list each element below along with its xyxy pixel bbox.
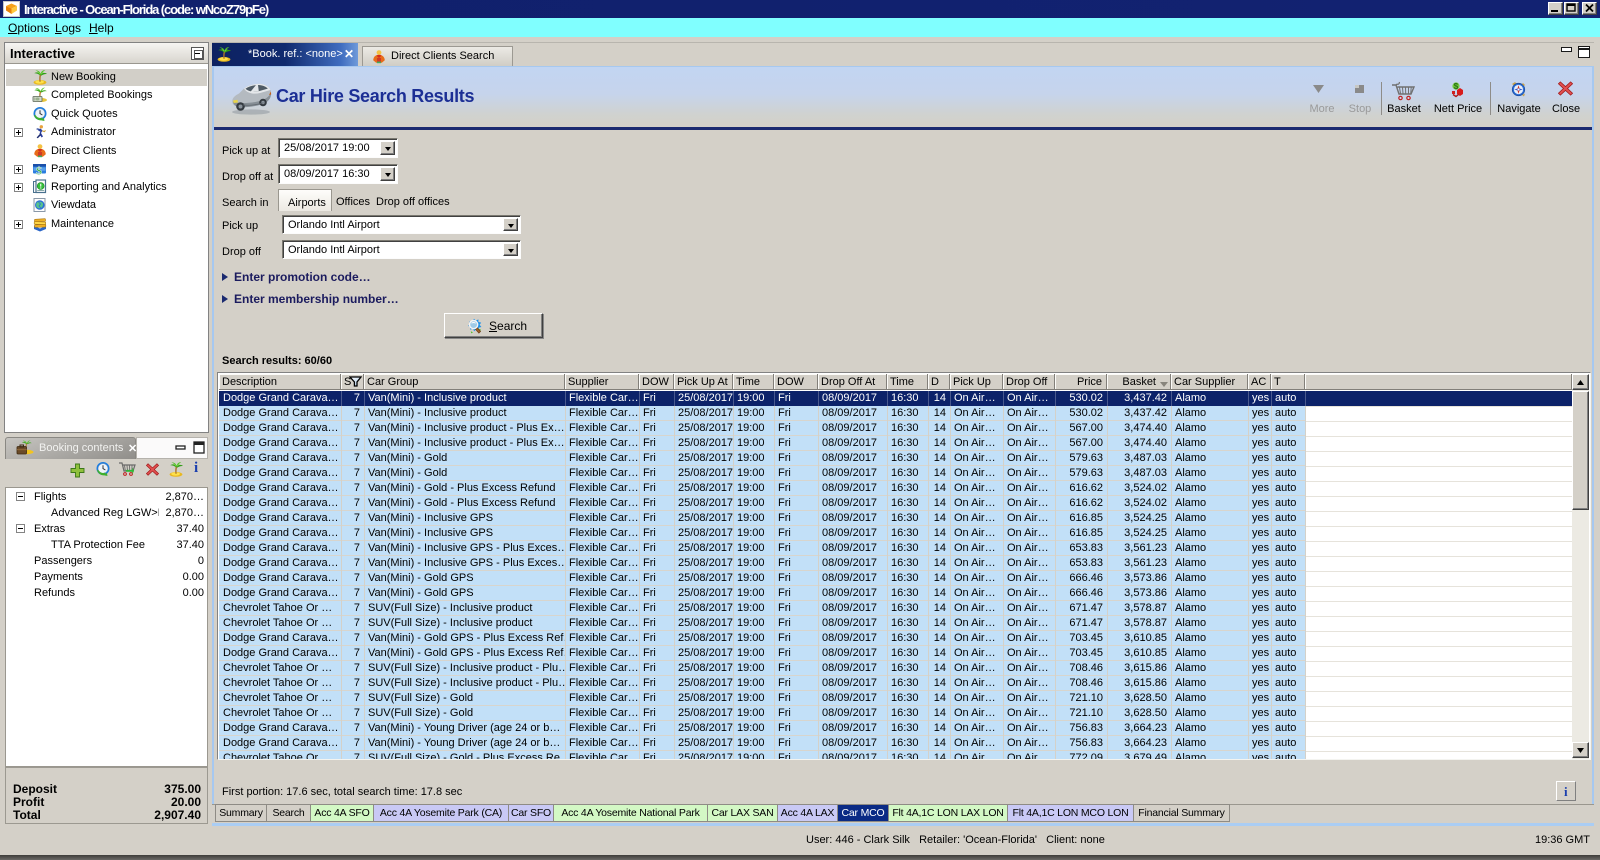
svg-text:$: $ bbox=[36, 164, 42, 178]
